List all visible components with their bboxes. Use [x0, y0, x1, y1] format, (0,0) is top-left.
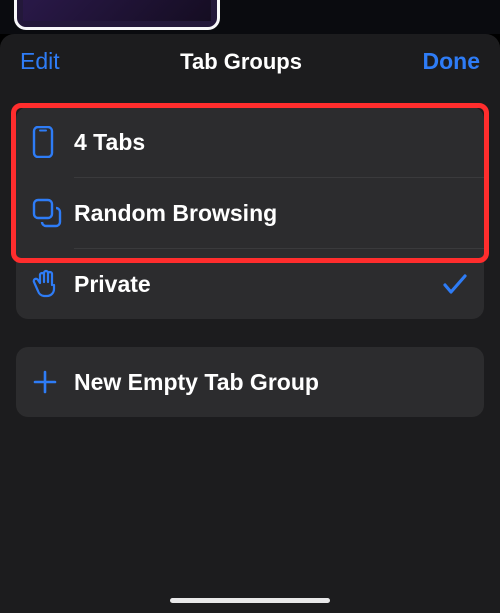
- hand-icon: [32, 269, 74, 299]
- random-browsing-row[interactable]: Random Browsing: [16, 178, 484, 248]
- random-browsing-label: Random Browsing: [74, 200, 468, 227]
- phone-icon: [32, 126, 74, 158]
- home-indicator[interactable]: [170, 598, 330, 603]
- tabs-row-label: 4 Tabs: [74, 129, 468, 156]
- squares-icon: [32, 198, 74, 228]
- sheet-title: Tab Groups: [180, 49, 302, 75]
- tab-groups-sheet: Edit Tab Groups Done 4 Tabs Random Brows…: [0, 34, 500, 613]
- tab-group-list: 4 Tabs Random Browsing: [16, 107, 484, 319]
- new-empty-tab-group-button[interactable]: New Empty Tab Group: [16, 347, 484, 417]
- new-group-section: New Empty Tab Group: [16, 347, 484, 417]
- new-group-label: New Empty Tab Group: [74, 369, 468, 396]
- done-button[interactable]: Done: [423, 48, 481, 75]
- tab-thumbnail: [14, 0, 220, 30]
- background-peek: [0, 0, 500, 34]
- tabs-row[interactable]: 4 Tabs: [16, 107, 484, 177]
- sheet-header: Edit Tab Groups Done: [0, 34, 500, 97]
- edit-button[interactable]: Edit: [20, 48, 60, 75]
- private-label: Private: [74, 271, 442, 298]
- private-row[interactable]: Private: [16, 249, 484, 319]
- plus-icon: [32, 369, 74, 395]
- check-icon: [442, 273, 468, 295]
